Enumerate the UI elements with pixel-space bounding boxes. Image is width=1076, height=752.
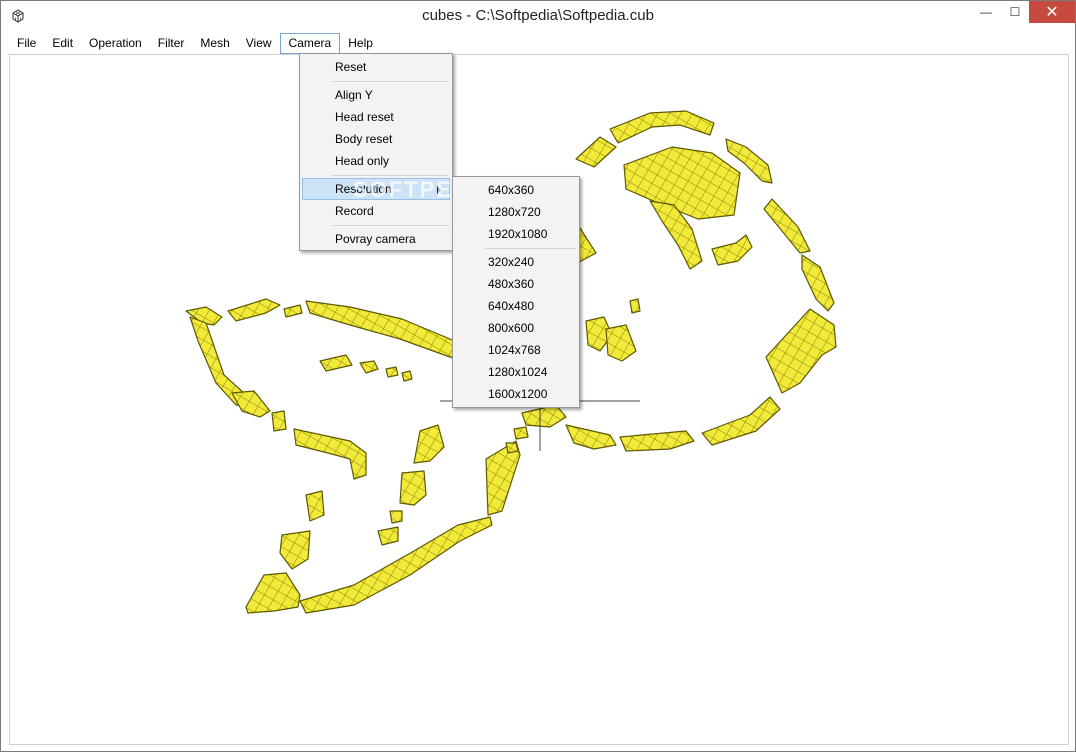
resolution-item[interactable]: 1280x1024 <box>455 361 577 383</box>
resolution-item[interactable]: 800x600 <box>455 317 577 339</box>
menu-item-head-only[interactable]: Head only <box>302 150 450 172</box>
resolution-item[interactable]: 1920x1080 <box>455 223 577 245</box>
menu-separator <box>332 81 449 82</box>
menu-item-record[interactable]: Record <box>302 200 450 222</box>
menu-item-body-reset[interactable]: Body reset <box>302 128 450 150</box>
close-button[interactable]: ✕ <box>1029 1 1075 23</box>
resolution-item[interactable]: 1024x768 <box>455 339 577 361</box>
menu-item-head-reset[interactable]: Head reset <box>302 106 450 128</box>
resolution-item[interactable]: 1600x1200 <box>455 383 577 405</box>
menu-operation[interactable]: Operation <box>81 33 150 54</box>
menu-item-reset[interactable]: Reset <box>302 56 450 78</box>
resolution-item[interactable]: 1280x720 <box>455 201 577 223</box>
app-window: cubes - C:\Softpedia\Softpedia.cub — ☐ ✕… <box>0 0 1076 752</box>
menu-separator <box>332 175 449 176</box>
menu-separator <box>485 248 576 249</box>
menu-edit[interactable]: Edit <box>44 33 81 54</box>
menu-help[interactable]: Help <box>340 33 381 54</box>
menu-separator <box>332 225 449 226</box>
camera-menu: Reset Align Y Head reset Body reset Head… <box>299 53 453 251</box>
menu-mesh[interactable]: Mesh <box>192 33 237 54</box>
minimize-button[interactable]: — <box>971 1 1001 23</box>
resolution-item[interactable]: 320x240 <box>455 251 577 273</box>
window-title: cubes - C:\Softpedia\Softpedia.cub <box>422 7 654 24</box>
menu-view[interactable]: View <box>238 33 280 54</box>
resolution-item[interactable]: 480x360 <box>455 273 577 295</box>
resolution-submenu: 640x360 1280x720 1920x1080 320x240 480x3… <box>452 176 580 408</box>
menu-item-align-y[interactable]: Align Y <box>302 84 450 106</box>
maximize-button[interactable]: ☐ <box>1001 1 1029 23</box>
menu-file[interactable]: File <box>9 33 44 54</box>
title-bar: cubes - C:\Softpedia\Softpedia.cub — ☐ ✕ <box>1 1 1075 31</box>
resolution-item[interactable]: 640x360 <box>455 179 577 201</box>
resolution-item[interactable]: 640x480 <box>455 295 577 317</box>
menu-bar: File Edit Operation Filter Mesh View Cam… <box>9 33 1067 54</box>
menu-camera[interactable]: Camera <box>279 33 341 54</box>
menu-item-povray-camera[interactable]: Povray camera <box>302 228 450 250</box>
menu-filter[interactable]: Filter <box>150 33 193 54</box>
